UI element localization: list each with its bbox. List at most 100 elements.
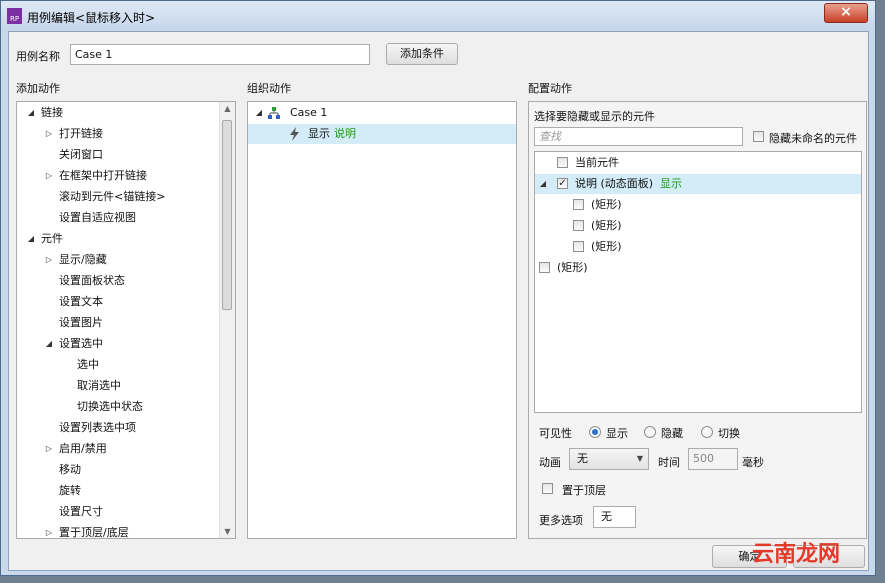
action-tree-item[interactable]: ▷ 在框架中打开链接 [17, 166, 222, 186]
action-tree-item[interactable]: 设置列表选中项 [17, 418, 222, 438]
collapsed-arrow-icon[interactable]: ▷ [43, 250, 55, 270]
visibility-show-label: 显示 [606, 427, 628, 440]
collapsed-arrow-icon[interactable]: ▷ [43, 439, 55, 459]
widget-checkbox[interactable] [573, 199, 584, 210]
animation-label: 动画 [539, 456, 561, 469]
action-target: 说明 [334, 127, 356, 140]
action-tree-item-label: 链接 [41, 106, 63, 119]
widget-tree-row[interactable]: (矩形) [535, 237, 861, 257]
action-tree-item[interactable]: 设置面板状态 [17, 271, 222, 291]
action-tree-item[interactable]: 旋转 [17, 481, 222, 501]
action-tree-item-label: 移动 [59, 463, 81, 476]
action-tree-item-label: 设置尺寸 [59, 505, 103, 518]
widget-checkbox[interactable] [557, 157, 568, 168]
axure-app-icon: RP [7, 8, 22, 24]
expanded-arrow-icon[interactable]: ◢ [25, 103, 37, 123]
visibility-label: 可见性 [539, 427, 572, 440]
widget-tree-row[interactable]: (矩形) [535, 258, 861, 278]
expanded-arrow-icon[interactable]: ◢ [43, 334, 55, 354]
action-tree-item[interactable]: 移动 [17, 460, 222, 480]
animation-value: 无 [577, 452, 588, 465]
case-row[interactable]: ◢ Case 1 [248, 103, 516, 123]
widget-checkbox[interactable]: ✓ [557, 178, 568, 189]
collapsed-arrow-icon[interactable]: ▷ [43, 124, 55, 144]
widget-tree-panel[interactable]: 当前元件 ◢ ✓ 说明 (动态面板) 显示 (矩形) (矩形) (矩形) (矩形) [534, 151, 862, 413]
visibility-hide-radio[interactable] [644, 426, 656, 438]
action-tree-item-label: 取消选中 [77, 379, 121, 392]
action-tree-item[interactable]: ◢ 设置选中 [17, 334, 222, 354]
action-tree-item[interactable]: ▷ 显示/隐藏 [17, 250, 222, 270]
widget-checkbox[interactable] [573, 241, 584, 252]
visibility-show-radio[interactable] [589, 426, 601, 438]
action-tree-item[interactable]: 关闭窗口 [17, 145, 222, 165]
action-tree-item[interactable]: ▷ 打开链接 [17, 124, 222, 144]
case-expander-icon[interactable]: ◢ [253, 103, 265, 123]
action-tree-item[interactable]: 取消选中 [17, 376, 222, 396]
dialog-content: 用例名称 Case 1 添加条件 添加动作 组织动作 配置动作 ◢ 链接 ▷ 打开链接… [8, 31, 869, 571]
time-input[interactable]: 500 [688, 448, 738, 470]
widget-tree-row[interactable]: ◢ ✓ 说明 (动态面板) 显示 [535, 174, 861, 194]
action-tree-item[interactable]: 设置文本 [17, 292, 222, 312]
action-verb: 显示 [308, 127, 330, 140]
more-options-select[interactable]: 无 [593, 506, 636, 528]
watermark-logo: 云南龙网 [752, 541, 841, 567]
scroll-thumb[interactable] [222, 120, 232, 310]
action-tree-item-label: 在框架中打开链接 [59, 169, 147, 182]
collapsed-arrow-icon[interactable]: ▷ [43, 523, 55, 538]
case-name-input[interactable]: Case 1 [70, 44, 370, 65]
widget-checkbox[interactable] [573, 220, 584, 231]
action-tree-item[interactable]: 设置自适应视图 [17, 208, 222, 228]
time-unit-label: 毫秒 [742, 456, 764, 469]
widget-tree-row[interactable]: 当前元件 [535, 153, 861, 173]
widget-label: (矩形) [591, 219, 622, 232]
add-condition-button[interactable]: 添加条件 [386, 43, 458, 65]
action-tree-item-label: 关闭窗口 [59, 148, 103, 161]
action-tree-item[interactable]: ◢ 链接 [17, 103, 222, 123]
action-tree-item-label: 启用/禁用 [59, 442, 107, 455]
animation-select[interactable]: 无 ▼ [569, 448, 649, 470]
action-tree-item-label: 设置选中 [59, 337, 103, 350]
widget-search-input[interactable]: 查找 [534, 127, 743, 146]
action-list-panel[interactable]: ◢ 链接 ▷ 打开链接关闭窗口 ▷ 在框架中打开链接滚动到元件<锚链接> 设置自适应视图 ◢ 元… [16, 101, 236, 539]
action-tree-item[interactable]: 滚动到元件<锚链接> [17, 187, 222, 207]
action-list-scrollbar[interactable]: ▲ ▼ [219, 102, 235, 538]
widget-tree-row[interactable]: (矩形) [535, 195, 861, 215]
visibility-toggle-radio[interactable] [701, 426, 713, 438]
action-tree-item[interactable]: ▷ 置于顶层/底层 [17, 523, 222, 538]
action-tree-item[interactable]: ▷ 启用/禁用 [17, 439, 222, 459]
action-tree-item[interactable]: ◢ 元件 [17, 229, 222, 249]
bring-to-front-checkbox[interactable] [542, 483, 553, 494]
dialog-window: RP 用例编辑<鼠标移入时> × 用例名称 Case 1 添加条件 添加动作 组… [0, 0, 876, 576]
widget-label: (矩形) [591, 240, 622, 253]
scroll-up-arrow-icon[interactable]: ▲ [220, 104, 235, 113]
widget-expander-icon[interactable]: ◢ [537, 174, 549, 194]
scroll-down-arrow-icon[interactable]: ▼ [220, 527, 235, 536]
action-tree-item-label: 滚动到元件<锚链接> [59, 190, 166, 203]
action-tree-item[interactable]: 设置图片 [17, 313, 222, 333]
close-button[interactable]: × [824, 3, 868, 23]
expanded-arrow-icon[interactable]: ◢ [25, 229, 37, 249]
chevron-down-icon: ▼ [636, 454, 643, 463]
action-tree-item-label: 显示/隐藏 [59, 253, 107, 266]
widget-tree-row[interactable]: (矩形) [535, 216, 861, 236]
organize-actions-header: 组织动作 [247, 82, 291, 95]
action-tree-item[interactable]: 设置尺寸 [17, 502, 222, 522]
visibility-hide-label: 隐藏 [661, 427, 683, 440]
widget-checkbox[interactable] [539, 262, 550, 273]
action-tree-item[interactable]: 切换选中状态 [17, 397, 222, 417]
collapsed-arrow-icon[interactable]: ▷ [43, 166, 55, 186]
hide-unnamed-checkbox[interactable] [753, 131, 764, 142]
window-title: 用例编辑<鼠标移入时> [27, 11, 156, 25]
action-row-show[interactable]: 显示 说明 [248, 124, 516, 144]
case-label: Case 1 [290, 106, 328, 119]
action-tree-item-label: 设置列表选中项 [59, 421, 136, 434]
configure-actions-panel: 选择要隐藏或显示的元件 查找 隐藏未命名的元件 当前元件 ◢ ✓ 说明 (动态面板) 显… [528, 101, 867, 539]
title-bar[interactable]: RP 用例编辑<鼠标移入时> × [1, 1, 875, 31]
action-tree-item-label: 旋转 [59, 484, 81, 497]
widget-label: (矩形) [591, 198, 622, 211]
organize-actions-panel[interactable]: ◢ Case 1 显示 说明 [247, 101, 517, 539]
lightning-icon [290, 127, 299, 141]
widget-label: 说明 (动态面板) [575, 177, 654, 190]
case-name-label: 用例名称 [16, 50, 60, 63]
action-tree-item[interactable]: 选中 [17, 355, 222, 375]
